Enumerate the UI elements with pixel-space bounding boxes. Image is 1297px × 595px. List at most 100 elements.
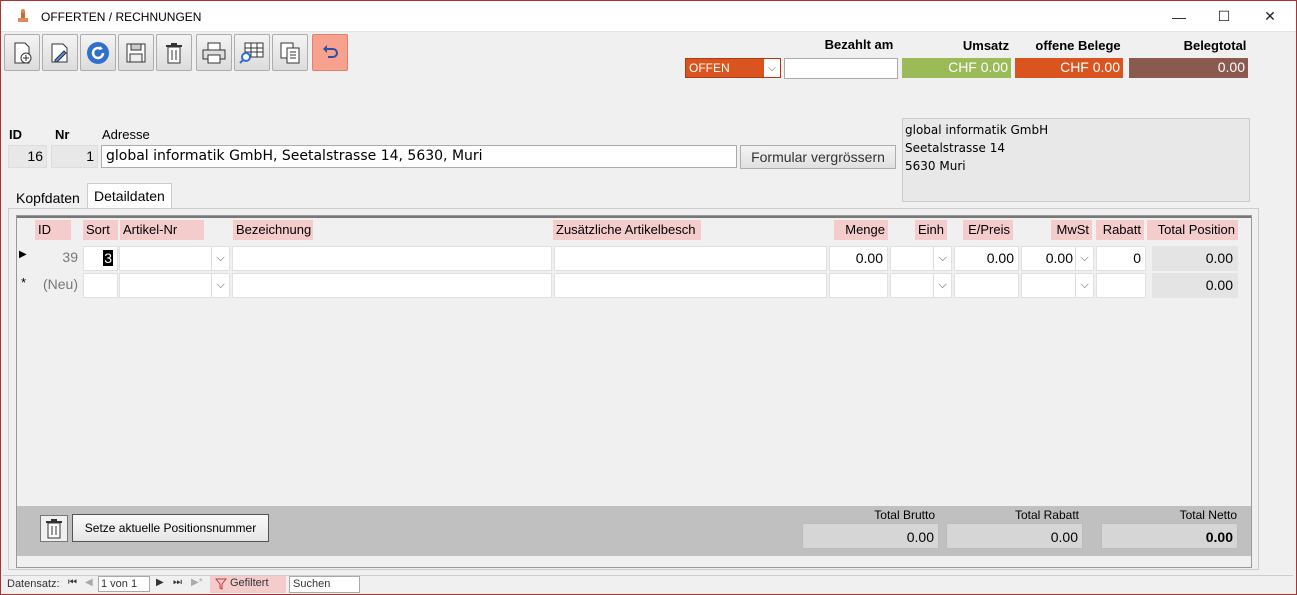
new-doc-icon — [14, 42, 32, 63]
bezahlt-am-input[interactable] — [784, 58, 898, 79]
title-bar: OFFERTEN / RECHNUNGEN — ☐ ✕ — [1, 1, 1296, 32]
save-button[interactable] — [118, 34, 154, 71]
record-navigation-bar: Datensatz: ⏮ ◀ 1 von 1 ▶ ⏭ ▶* Gefiltert … — [3, 575, 1293, 593]
undo-button[interactable] — [312, 34, 348, 71]
row-1-mwst-value: 0.00 — [1045, 250, 1073, 266]
column-header-id[interactable]: ID — [35, 220, 71, 240]
row-new-zusatz[interactable] — [554, 273, 827, 298]
row-new-id: (Neu) — [35, 273, 82, 298]
total-netto-label: Total Netto — [1179, 508, 1237, 522]
tab-detaildaten[interactable]: Detaildaten — [87, 183, 172, 209]
row-1-bezeichnung[interactable] — [232, 246, 552, 271]
tab-kopfdaten[interactable]: Kopfdaten — [10, 186, 86, 210]
filter-icon — [215, 578, 227, 590]
delete-row-button[interactable] — [40, 515, 68, 542]
status-select[interactable]: OFFEN ⌵ — [685, 58, 781, 78]
column-header-menge[interactable]: Menge — [834, 220, 888, 240]
delete-button[interactable] — [156, 34, 192, 71]
next-record-icon[interactable]: ▶ — [156, 577, 164, 588]
total-brutto-label: Total Brutto — [874, 508, 935, 522]
column-header-epreis[interactable]: E/Preis — [963, 220, 1013, 240]
total-rabatt-value: 0.00 — [946, 523, 1083, 549]
prev-record-icon[interactable]: ◀ — [85, 577, 93, 588]
umsatz-value: CHF 0.00 — [902, 58, 1011, 78]
column-header-total[interactable]: Total Position — [1147, 220, 1238, 240]
id-value: 16 — [8, 145, 47, 168]
chevron-down-icon[interactable]: ⌵ — [933, 247, 951, 270]
row-1-menge[interactable]: 0.00 — [829, 246, 888, 271]
row-1-total: 0.00 — [1152, 246, 1238, 271]
row-new-artikel-nr[interactable]: ⌵ — [119, 273, 230, 298]
nr-label: Nr — [55, 127, 70, 142]
row-1-zusatz[interactable] — [554, 246, 827, 271]
row-new-einh[interactable]: ⌵ — [890, 273, 952, 298]
column-header-bezeichnung[interactable]: Bezeichnung — [233, 220, 313, 240]
row-1-id: 39 — [35, 246, 82, 271]
chevron-down-icon[interactable]: ⌵ — [1075, 247, 1093, 270]
row-1-rabatt[interactable]: 0 — [1096, 246, 1146, 271]
row-1-mwst[interactable]: 0.00 ⌵ — [1021, 246, 1094, 271]
edit-document-button[interactable] — [42, 34, 78, 71]
address-line-3: 5630 Muri — [905, 159, 966, 173]
last-record-icon[interactable]: ⏭ — [173, 577, 182, 588]
search-grid-icon — [239, 42, 264, 64]
refresh-button[interactable] — [80, 34, 116, 71]
search-grid-button[interactable] — [234, 34, 270, 71]
copy-icon — [280, 42, 300, 63]
undo-icon — [323, 44, 338, 58]
total-brutto-value: 0.00 — [802, 523, 939, 549]
column-header-sort[interactable]: Sort — [83, 220, 118, 240]
first-record-icon[interactable]: ⏮ — [68, 577, 77, 588]
row-new-rabatt[interactable] — [1096, 273, 1146, 298]
row-new-mwst[interactable]: ⌵ — [1021, 273, 1094, 298]
chevron-down-icon[interactable]: ⌵ — [1075, 274, 1093, 297]
new-record-icon[interactable]: ▶* — [191, 577, 203, 588]
chevron-down-icon[interactable]: ⌵ — [933, 274, 951, 297]
row-new-sort[interactable] — [83, 273, 118, 298]
window-title: OFFERTEN / RECHNUNGEN — [41, 10, 202, 24]
delete-icon — [166, 42, 182, 63]
close-button[interactable]: ✕ — [1247, 1, 1293, 32]
minimize-button[interactable]: — — [1156, 1, 1202, 32]
adresse-input[interactable]: global informatik GmbH, Seetalstrasse 14… — [101, 145, 737, 168]
row-1-artikel-nr[interactable]: ⌵ — [119, 246, 230, 271]
print-button[interactable] — [196, 34, 232, 71]
formular-vergroessern-button[interactable]: Formular vergrössern — [740, 145, 896, 169]
row-new-bezeichnung[interactable] — [232, 273, 552, 298]
row-new-menge[interactable] — [829, 273, 888, 298]
offene-belege-label: offene Belege — [1035, 38, 1121, 53]
total-rabatt-label: Total Rabatt — [1014, 508, 1079, 522]
row-1-sort[interactable]: 3 — [83, 246, 118, 271]
record-number-input[interactable]: 1 von 1 — [98, 576, 150, 592]
chevron-down-icon[interactable]: ⌵ — [764, 59, 780, 77]
row-selector-new[interactable]: * — [21, 273, 35, 298]
row-selector-current[interactable]: ▶ — [19, 246, 33, 271]
filter-toggle[interactable]: Gefiltert — [210, 576, 286, 593]
belegtotal-label: Belegtotal — [1183, 38, 1247, 53]
address-block: global informatik GmbH Seetalstrasse 14 … — [902, 118, 1250, 202]
chevron-down-icon[interactable]: ⌵ — [211, 247, 229, 270]
app-stamp-icon — [18, 9, 28, 22]
setze-positionsnummer-button[interactable]: Setze aktuelle Positionsnummer — [72, 514, 269, 542]
total-netto-value: 0.00 — [1101, 523, 1238, 549]
belegtotal-value: 0.00 — [1129, 58, 1248, 78]
new-document-button[interactable] — [4, 34, 40, 71]
column-header-rabatt[interactable]: Rabatt — [1096, 220, 1144, 240]
datensatz-label: Datensatz: — [7, 578, 60, 590]
status-value: OFFEN — [689, 61, 730, 75]
row-1-epreis[interactable]: 0.00 — [954, 246, 1019, 271]
chevron-down-icon[interactable]: ⌵ — [211, 274, 229, 297]
search-input[interactable]: Suchen — [289, 576, 360, 593]
column-header-artikel-nr[interactable]: Artikel-Nr — [120, 220, 204, 240]
maximize-button[interactable]: ☐ — [1201, 1, 1247, 32]
column-header-zusatz[interactable]: Zusätzliche Artikelbesch — [553, 220, 701, 240]
column-header-einh[interactable]: Einh — [915, 220, 947, 240]
row-1-einh[interactable]: ⌵ — [890, 246, 952, 271]
nr-value: 1 — [51, 145, 98, 168]
row-new-epreis[interactable] — [954, 273, 1019, 298]
row-new-total: 0.00 — [1152, 273, 1238, 298]
grid-top-border — [17, 216, 1251, 218]
copy-button[interactable] — [272, 34, 308, 71]
column-header-mwst[interactable]: MwSt — [1051, 220, 1092, 240]
bezahlt-label: Bezahlt am — [824, 37, 894, 52]
